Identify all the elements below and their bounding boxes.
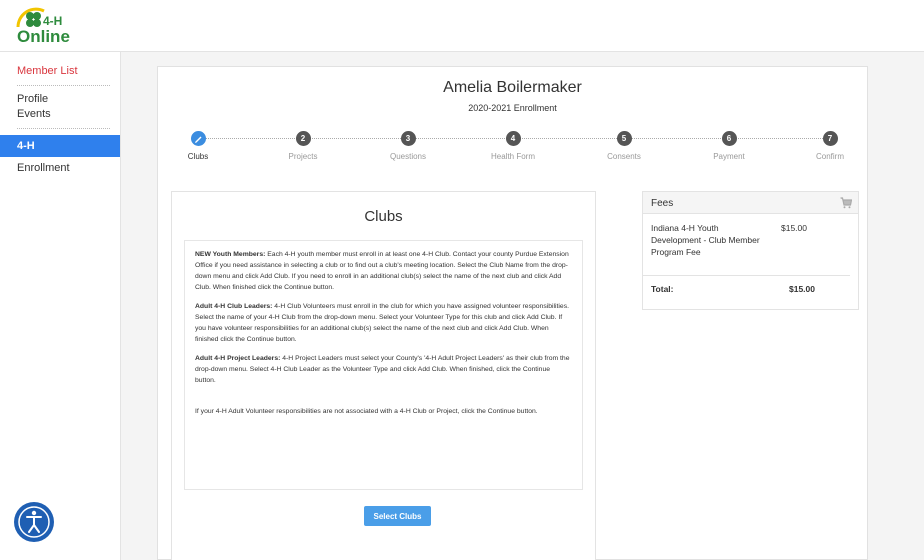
enrollment-stepper: Clubs 2 Projects 3 Questions 4 Health Fo… xyxy=(158,129,867,169)
step-label: Health Form xyxy=(490,152,535,161)
step-number: 7 xyxy=(822,131,838,146)
step-questions[interactable]: 3 Questions xyxy=(368,129,448,161)
step-label: Consents xyxy=(607,152,641,161)
enrollment-year: 2020-2021 Enrollment xyxy=(468,103,557,113)
fees-title: Fees xyxy=(651,198,674,209)
fee-line-item: Indiana 4-H Youth Development - Club Mem… xyxy=(643,214,850,276)
select-clubs-button[interactable]: Select Clubs xyxy=(364,506,431,526)
instruction-heading: NEW Youth Members: xyxy=(195,251,266,258)
member-name: Amelia Boilermaker xyxy=(443,79,582,96)
svg-text:4-H: 4-H xyxy=(43,14,62,28)
fee-total-label: Total: xyxy=(651,284,674,294)
step-projects[interactable]: 2 Projects xyxy=(263,129,343,161)
sidebar-item-events[interactable]: Events xyxy=(0,107,120,122)
svg-text:Online: Online xyxy=(17,27,70,46)
instruction-club-leaders: Adult 4-H Club Leaders: 4-H Club Volunte… xyxy=(195,301,572,345)
instruction-adult-volunteer: If your 4-H Adult Volunteer responsibili… xyxy=(195,408,538,415)
fee-description: Indiana 4-H Youth Development - Club Mem… xyxy=(651,223,760,257)
clubs-instructions: NEW Youth Members: Each 4-H youth member… xyxy=(184,240,583,490)
sidebar-divider xyxy=(17,128,110,129)
step-number: 3 xyxy=(400,131,416,146)
fees-header: Fees xyxy=(643,192,858,214)
fee-total-amount: $15.00 xyxy=(789,284,815,294)
accessibility-icon[interactable] xyxy=(14,502,54,542)
step-number: 6 xyxy=(721,131,737,146)
sidebar-item-profile[interactable]: Profile xyxy=(0,92,120,107)
sidebar: Member List Profile Events 4-H Enrollmen… xyxy=(0,52,121,560)
sidebar-item-member-list[interactable]: Member List xyxy=(0,64,120,79)
step-number: 5 xyxy=(616,131,632,146)
step-label: Projects xyxy=(288,152,318,161)
pencil-icon xyxy=(190,131,206,146)
instruction-new-youth: NEW Youth Members: Each 4-H youth member… xyxy=(195,249,572,293)
fee-amount: $15.00 xyxy=(781,223,807,233)
step-label: Payment xyxy=(713,152,745,161)
cart-icon[interactable] xyxy=(840,197,852,209)
sidebar-section-4h[interactable]: 4-H xyxy=(0,135,120,157)
enrollment-card: Amelia Boilermaker 2020-2021 Enrollment … xyxy=(157,66,868,560)
step-number: 2 xyxy=(295,131,311,146)
fees-panel: Fees Indiana 4-H Youth Development - Clu… xyxy=(642,191,859,310)
top-bar: 4-H Online xyxy=(0,0,924,52)
clover-logo-icon[interactable]: 4-H Online xyxy=(14,7,94,47)
step-clubs[interactable]: Clubs xyxy=(158,129,238,161)
step-payment[interactable]: 6 Payment xyxy=(689,129,769,161)
instruction-heading: Adult 4-H Project Leaders: xyxy=(195,355,281,362)
step-label: Confirm xyxy=(815,152,844,161)
clubs-title: Clubs xyxy=(364,208,403,225)
instruction-heading: Adult 4-H Club Leaders: xyxy=(195,303,273,310)
step-confirm[interactable]: 7 Confirm xyxy=(790,129,870,161)
step-number: 4 xyxy=(505,131,521,146)
instruction-project-leaders: Adult 4-H Project Leaders: 4-H Project L… xyxy=(195,353,572,386)
fee-total-row: Total: $15.00 xyxy=(643,276,858,302)
step-label: Clubs xyxy=(187,152,209,161)
step-consents[interactable]: 5 Consents xyxy=(584,129,664,161)
sidebar-item-enrollment[interactable]: Enrollment xyxy=(0,161,120,176)
clubs-panel: Clubs NEW Youth Members: Each 4-H youth … xyxy=(171,191,596,560)
step-health-form[interactable]: 4 Health Form xyxy=(473,129,553,161)
step-label: Questions xyxy=(389,152,427,161)
sidebar-divider xyxy=(17,85,110,86)
